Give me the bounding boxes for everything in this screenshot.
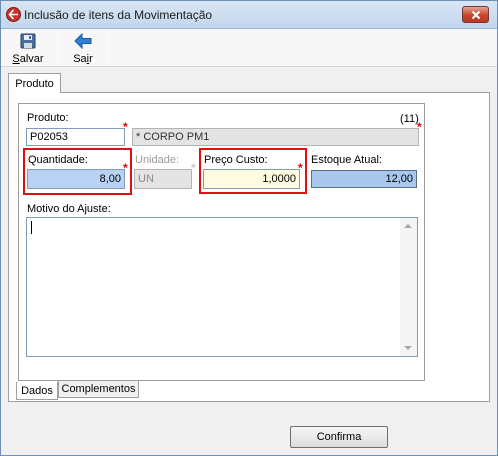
quantidade-input[interactable]: 8,00 <box>27 169 125 189</box>
motivo-textarea[interactable] <box>26 217 418 357</box>
tab-complementos[interactable]: Complementos <box>58 381 139 398</box>
tab-dados[interactable]: Dados <box>16 382 58 400</box>
window-title: Inclusão de itens da Movimentação <box>24 8 213 22</box>
quantidade-label: Quantidade: <box>28 154 88 166</box>
toolbar-separator <box>57 33 58 63</box>
dialog-window: Inclusão de itens da Movimentação Salvar… <box>0 0 498 456</box>
scroll-up-icon[interactable] <box>404 224 412 228</box>
toolbar-separator <box>107 33 108 63</box>
toolbar: Salvar Sair <box>1 29 497 67</box>
close-icon <box>471 10 480 19</box>
record-count: (11) <box>400 113 419 125</box>
exit-label: Sair <box>73 53 93 65</box>
app-icon <box>6 7 21 22</box>
estoque-atual-field: 12,00 <box>311 170 417 188</box>
vertical-scrollbar[interactable] <box>400 218 417 356</box>
exit-button[interactable]: Sair <box>63 31 103 65</box>
estoque-atual-label: Estoque Atual: <box>311 154 382 166</box>
text-cursor <box>31 221 32 234</box>
save-label: Salvar <box>12 53 44 65</box>
unidade-field: UN <box>134 169 192 189</box>
confirm-button[interactable]: Confirma <box>290 426 388 448</box>
required-mark: * <box>191 161 196 175</box>
required-mark: * <box>123 161 128 175</box>
required-mark: * <box>298 161 303 175</box>
preco-custo-input[interactable]: 1,0000 <box>203 169 300 189</box>
tab-produto[interactable]: Produto <box>8 73 61 93</box>
produto-label: Produto: <box>27 112 69 124</box>
motivo-label: Motivo do Ajuste: <box>27 203 111 215</box>
close-button[interactable] <box>462 6 489 23</box>
required-mark: * <box>123 120 128 134</box>
produto-description-field: * CORPO PM1 <box>132 128 419 146</box>
save-button[interactable]: Salvar <box>7 31 49 65</box>
required-mark: * <box>417 120 422 134</box>
title-bar[interactable]: Inclusão de itens da Movimentação <box>1 1 497 29</box>
produto-code-input[interactable]: P02053 <box>26 128 125 146</box>
back-arrow-icon <box>74 32 92 50</box>
scroll-down-icon[interactable] <box>404 346 412 350</box>
floppy-disk-icon <box>20 33 36 49</box>
preco-custo-label: Preço Custo: <box>204 154 268 166</box>
unidade-label: Unidade: <box>135 154 180 166</box>
